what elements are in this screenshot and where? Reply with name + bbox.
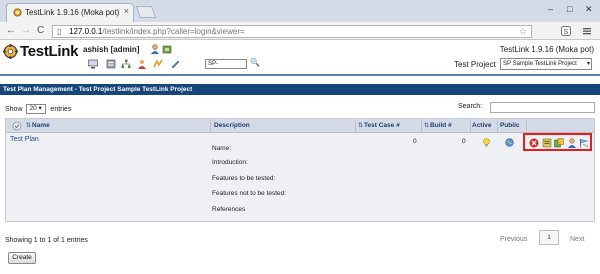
row-actions-highlight: [523, 133, 592, 151]
page-length-select[interactable]: 20 ▾: [26, 104, 47, 114]
header-divider: [0, 74, 600, 76]
testlink-logo-text: TestLink: [20, 43, 79, 60]
column-divider: [210, 120, 211, 132]
assign-users-icon[interactable]: [567, 138, 577, 148]
public-globe-icon[interactable]: [505, 138, 514, 147]
page-title: Test Plan Management - Test Project Samp…: [0, 84, 600, 95]
description-features-to-be-tested: Features to be tested:: [212, 175, 276, 182]
test-execution-icon[interactable]: [137, 59, 147, 69]
test-project-value: SP Sample TestLink Project: [503, 61, 577, 67]
new-tab-button[interactable]: [135, 6, 157, 18]
create-button[interactable]: Create: [8, 252, 36, 264]
table-info: Showing 1 to 1 of 1 entries: [5, 237, 88, 244]
sort-icon: ⇅: [424, 123, 430, 129]
test-plan-name-link[interactable]: Test Plan: [10, 136, 39, 143]
logged-in-user: ashish [admin]: [83, 45, 140, 54]
test-plan-table: ⇅Name Description ⇅Test Case # ⇅Build # …: [5, 118, 595, 222]
entries-label: entries: [50, 105, 72, 113]
column-name[interactable]: ⇅Name: [26, 122, 50, 129]
maximize-icon[interactable]: □: [567, 4, 572, 14]
reload-icon[interactable]: C: [37, 25, 44, 36]
column-description[interactable]: Description: [214, 122, 250, 129]
build-count: 0: [462, 138, 466, 145]
search-icon[interactable]: 🔍: [250, 58, 260, 67]
test-specification-icon[interactable]: [121, 59, 131, 69]
export-icon[interactable]: [542, 138, 552, 148]
column-divider: [497, 120, 498, 132]
active-lightbulb-icon[interactable]: [482, 138, 491, 147]
description-introduction: Introduction:: [212, 159, 248, 166]
column-divider: [355, 120, 356, 132]
table-header: ⇅Name Description ⇅Test Case # ⇅Build # …: [6, 119, 594, 133]
show-label: Show: [5, 105, 23, 113]
column-public[interactable]: Public: [500, 122, 520, 129]
assign-test-cases-icon[interactable]: [554, 138, 564, 148]
description-name: Name:: [212, 145, 232, 152]
app-version: TestLink 1.9.16 (Moka pot): [499, 45, 594, 54]
extension-s-icon[interactable]: S: [561, 26, 571, 36]
column-divider: [526, 120, 527, 132]
minimize-icon[interactable]: –: [548, 4, 553, 14]
testlink-favicon-icon: [13, 8, 22, 17]
description-references: References: [212, 206, 246, 213]
logout-icon[interactable]: [162, 44, 172, 54]
menu-icon[interactable]: [582, 26, 592, 36]
pagination-page-1[interactable]: 1: [539, 230, 559, 245]
test-case-count: 0: [413, 138, 417, 145]
pagination-previous[interactable]: Previous: [500, 236, 527, 243]
test-case-search-input[interactable]: SP-: [205, 59, 247, 69]
search-label: Search:: [458, 103, 483, 110]
reports-icon[interactable]: [153, 59, 163, 69]
bookmark-star-icon[interactable]: ☆: [519, 26, 527, 37]
edit-pen-icon[interactable]: [170, 59, 180, 69]
browser-tab-title: TestLink 1.9.16 (Moka pot): [25, 8, 120, 17]
requirements-icon[interactable]: [106, 59, 116, 69]
forward-icon[interactable]: →: [21, 25, 31, 36]
pagination-next[interactable]: Next: [570, 236, 584, 243]
test-project-label: Test Project: [454, 60, 496, 69]
browser-address-bar: ← → C ▯ 127.0.0.1/testlink/index.php?cal…: [0, 22, 600, 40]
browser-tab-bar: TestLink 1.9.16 (Moka pot) × – □ ✕: [0, 0, 600, 22]
browser-tab[interactable]: TestLink 1.9.16 (Moka pot) ×: [6, 3, 134, 22]
milestones-icon[interactable]: [579, 138, 589, 148]
svg-text:S: S: [564, 29, 569, 36]
chevron-down-icon: ▾: [586, 61, 590, 67]
user-profile-icon[interactable]: [150, 44, 160, 54]
column-divider: [421, 120, 422, 132]
url-input[interactable]: ▯ 127.0.0.1/testlink/index.php?caller=lo…: [52, 25, 532, 38]
column-active[interactable]: Active: [472, 122, 492, 129]
tab-close-icon[interactable]: ×: [124, 6, 129, 16]
column-build-count[interactable]: ⇅Build #: [424, 122, 452, 129]
window-close-icon[interactable]: ✕: [585, 4, 593, 15]
sort-icon: ⇅: [358, 123, 364, 129]
test-project-select[interactable]: SP Sample TestLink Project ▾: [500, 58, 592, 70]
toggle-columns-icon[interactable]: [12, 121, 22, 131]
testlink-logo-icon: [3, 44, 18, 59]
column-test-case-count[interactable]: ⇅Test Case #: [358, 122, 400, 129]
desktop-icon[interactable]: [88, 59, 98, 69]
url-text: 127.0.0.1/testlink/index.php?caller=logi…: [69, 27, 245, 36]
table-search-input[interactable]: [490, 102, 595, 113]
description-features-not-to-be-tested: Features not to be tested:: [212, 190, 287, 197]
column-divider: [470, 120, 471, 132]
page-info-icon[interactable]: ▯: [57, 27, 61, 36]
sort-icon: ⇅: [26, 123, 32, 129]
page-length-control: Show 20 ▾ entries: [5, 104, 71, 114]
back-icon[interactable]: ←: [6, 25, 16, 36]
delete-icon[interactable]: [529, 138, 539, 148]
